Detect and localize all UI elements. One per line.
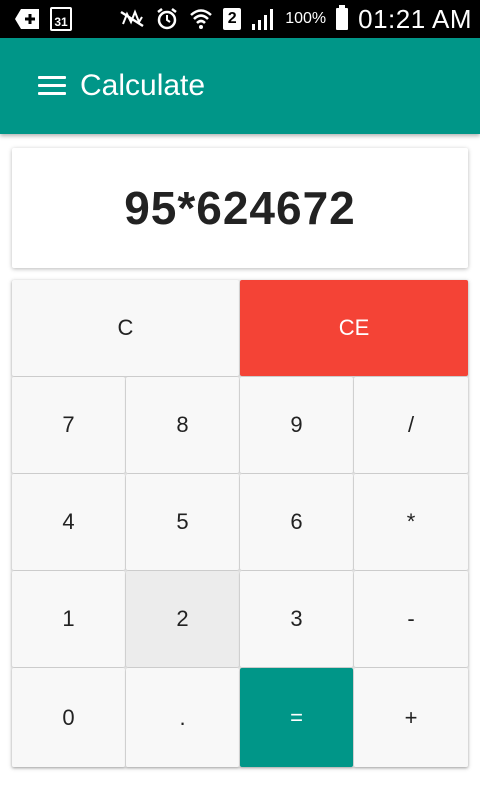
key-1[interactable]: 1 <box>12 571 125 667</box>
page-title: Calculate <box>80 69 206 102</box>
key-0[interactable]: 0 <box>12 668 125 767</box>
wifi-icon <box>189 7 213 31</box>
signal-icon <box>251 8 275 30</box>
clear-button[interactable]: C <box>12 280 239 376</box>
status-bar-left: 31 <box>14 7 72 31</box>
key-decimal[interactable]: . <box>126 668 239 767</box>
menu-icon[interactable] <box>38 76 66 96</box>
equals-button[interactable]: = <box>240 668 353 767</box>
key-subtract[interactable]: - <box>354 571 468 667</box>
calculator-display: 95*624672 <box>12 148 468 268</box>
keypad: C CE 7 8 9 / 4 5 6 * 1 2 3 - 0 . = + <box>12 280 468 767</box>
mute-icon <box>119 8 145 30</box>
key-6[interactable]: 6 <box>240 474 353 570</box>
key-2[interactable]: 2 <box>126 571 239 667</box>
status-time: 01:21 AM <box>358 3 472 34</box>
key-divide[interactable]: / <box>354 377 468 473</box>
clear-entry-button[interactable]: CE <box>240 280 468 376</box>
key-multiply[interactable]: * <box>354 474 468 570</box>
sim-slot-indicator: 2 <box>223 8 242 30</box>
calendar-icon: 31 <box>50 7 72 31</box>
add-notification-icon <box>14 8 40 30</box>
key-4[interactable]: 4 <box>12 474 125 570</box>
battery-percentage: 100% <box>285 10 327 27</box>
app-bar: Calculate <box>0 38 480 134</box>
key-3[interactable]: 3 <box>240 571 353 667</box>
expression-text: 95*624672 <box>124 182 356 234</box>
key-8[interactable]: 8 <box>126 377 239 473</box>
battery-icon <box>336 5 349 30</box>
status-bar: 31 2 100% 01:21 AM <box>0 0 480 38</box>
key-7[interactable]: 7 <box>12 377 125 473</box>
alarm-icon <box>155 7 179 31</box>
key-9[interactable]: 9 <box>240 377 353 473</box>
status-bar-right: 2 100% 01:21 AM <box>119 4 472 35</box>
key-5[interactable]: 5 <box>126 474 239 570</box>
key-add[interactable]: + <box>354 668 468 767</box>
